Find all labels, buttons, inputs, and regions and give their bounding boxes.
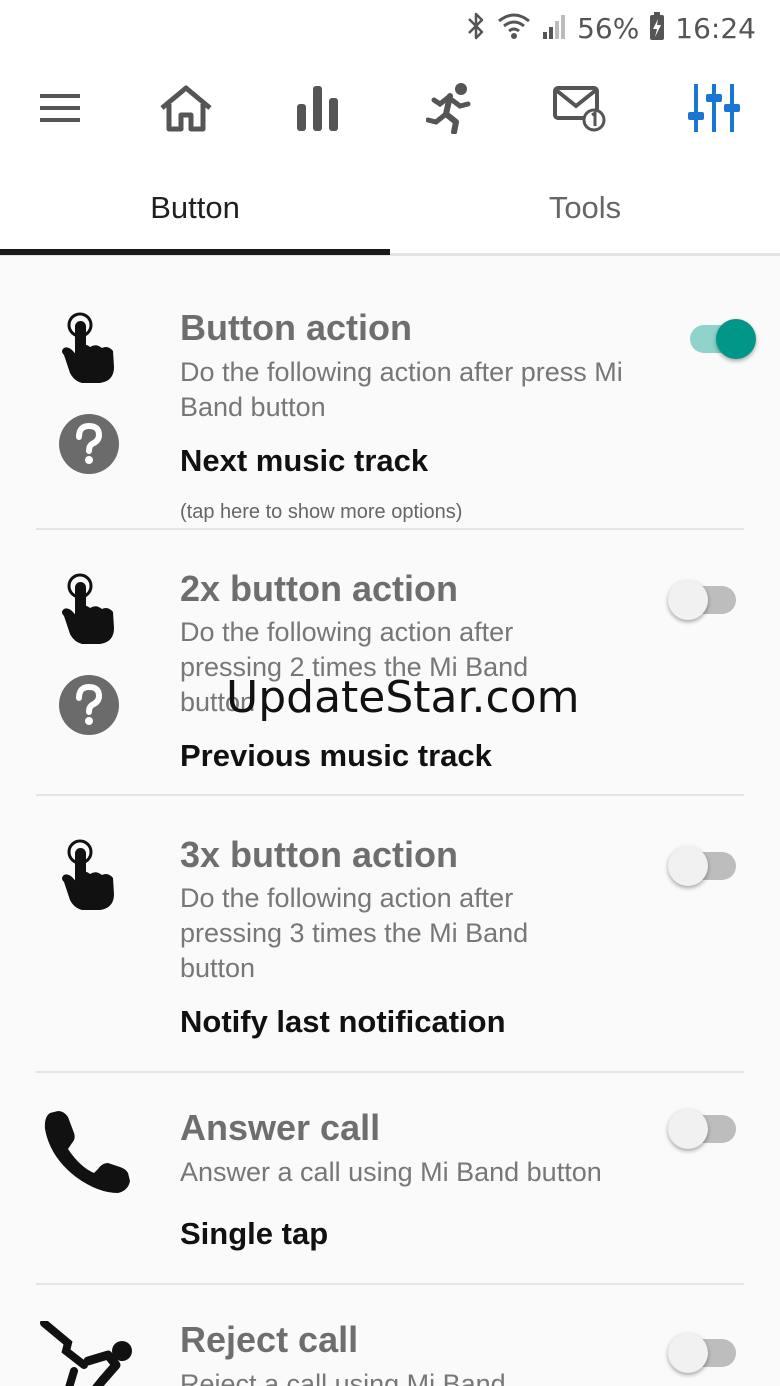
tap-hand-icon [56,311,118,390]
notification-mail-icon[interactable] [552,80,608,136]
item-title: 2x button action [180,568,458,609]
help-icon[interactable] [58,413,120,480]
clock: 16:24 [675,11,756,45]
list-item-2x-button-action[interactable]: 2x button action Do the following action… [0,530,780,795]
switch-thumb [668,1333,708,1373]
switch-thumb [668,1109,708,1149]
tap-hand-icon [56,572,118,651]
list-item-answer-call[interactable]: Answer call Answer a call using Mi Band … [0,1073,780,1283]
tab-tools[interactable]: Tools [390,160,780,256]
toggle-switch[interactable] [668,578,740,622]
item-value: Next music track [180,443,429,478]
switch-thumb [668,846,708,886]
settings-list: Button action Do the following action af… [0,259,780,1386]
menu-icon[interactable] [32,80,88,136]
item-title: Reject call [180,1319,359,1360]
tab-bar: Button Tools [0,160,780,256]
status-bar: 56% 16:24 [0,0,780,56]
toggle-switch[interactable] [668,1107,740,1151]
signal-icon [541,12,567,45]
list-item-button-action[interactable]: Button action Do the following action af… [0,259,780,529]
help-icon[interactable] [58,674,120,741]
bluetooth-icon [465,11,487,46]
item-value: Previous music track [180,738,492,773]
switch-thumb [716,319,756,359]
switch-thumb [668,580,708,620]
toggle-switch[interactable] [668,844,740,888]
item-title: Answer call [180,1107,381,1148]
watermark-text: UpdateStar.com [226,672,580,723]
item-title: Button action [180,307,412,348]
item-title: 3x button action [180,834,458,875]
status-icons: 56% 16:24 [465,8,756,48]
active-tab-indicator [0,249,390,255]
item-value: Single tap [180,1216,329,1251]
phone-icon [42,1107,132,1202]
reject-call-icon [38,1319,138,1386]
wifi-icon [497,12,531,45]
home-icon[interactable] [158,80,214,136]
list-item-3x-button-action[interactable]: 3x button action Do the following action… [0,796,780,1071]
item-value: Notify last notification [180,1004,506,1039]
bar-chart-icon[interactable] [290,80,346,136]
toolbar [0,56,780,160]
list-item-reject-call[interactable]: Reject call Reject a call using Mi Band [0,1285,780,1386]
tab-button[interactable]: Button [0,160,390,256]
item-description: Answer a call using Mi Band button [180,1157,602,1187]
toggle-switch[interactable] [668,1331,740,1375]
battery-charging-icon [649,11,665,46]
item-description: Do the following action after press Mi B… [180,357,623,422]
tap-hand-icon [56,838,118,917]
toggle-switch[interactable] [684,317,756,361]
equalizer-settings-icon[interactable] [686,80,742,136]
item-description: Reject a call using Mi Band [180,1369,506,1386]
running-icon[interactable] [422,80,478,136]
item-description: Do the following action after pressing 3… [180,883,529,983]
more-options-hint[interactable]: (tap here to show more options) [180,501,462,524]
battery-percent: 56% [577,11,640,45]
